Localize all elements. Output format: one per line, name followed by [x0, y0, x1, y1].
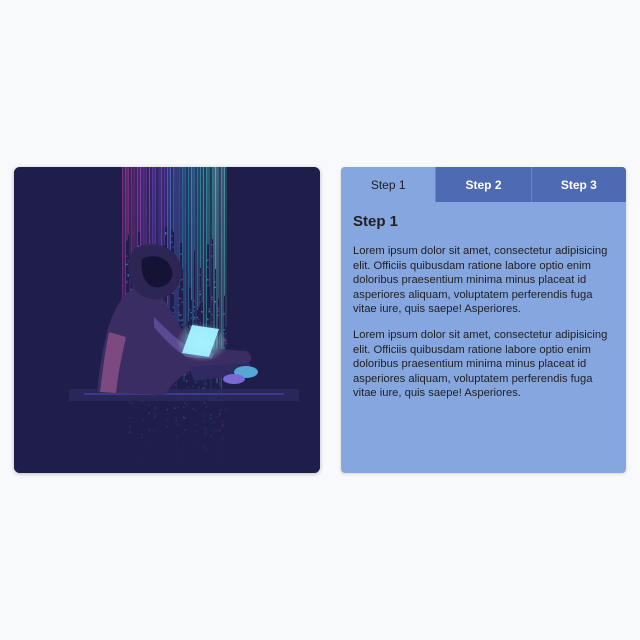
tab-content-heading: Step 1 [353, 213, 399, 230]
tab-step-3[interactable]: Step 3 [530, 167, 626, 202]
tab-bar: Step 1 Step 2 Step 3 [341, 167, 626, 202]
tab-content-paragraph: Lorem ipsum dolor sit amet, consectetur … [353, 245, 608, 316]
hacker-illustration [14, 167, 320, 473]
tab-content-paragraph: Lorem ipsum dolor sit amet, consectetur … [353, 328, 608, 400]
tab-content: Step 1 Lorem ipsum dolor sit amet, conse… [341, 202, 626, 422]
hacker-image [14, 167, 320, 473]
tab-step-2[interactable]: Step 2 [435, 167, 531, 202]
page: Step 1 Step 2 Step 3 Step 1 Lorem ipsum … [0, 0, 640, 640]
tab-panel: Step 1 Step 2 Step 3 Step 1 Lorem ipsum … [341, 167, 626, 473]
tab-step-1[interactable]: Step 1 [341, 167, 436, 202]
